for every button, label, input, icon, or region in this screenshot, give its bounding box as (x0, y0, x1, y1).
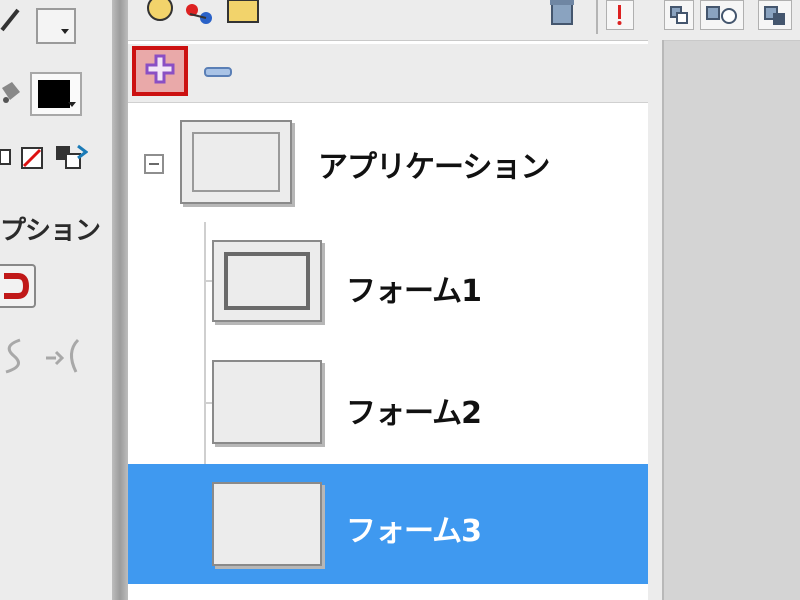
stage-toolbar (648, 0, 800, 41)
collapse-toggle[interactable] (144, 154, 164, 174)
form-thumbnail (212, 240, 322, 322)
scene-panel: アプリケーション フォーム1 フォーム2 フォーム3 (128, 0, 648, 600)
smooth-icon[interactable] (0, 336, 30, 376)
tree-node-label: フォーム1 (346, 274, 482, 309)
panel-splitter[interactable] (112, 0, 128, 600)
straighten-icon[interactable] (44, 336, 84, 376)
tree-node-label: アプリケーション (318, 150, 550, 185)
remove-form-button[interactable] (204, 64, 234, 78)
toolbox-panel: プション (0, 0, 112, 600)
snap-magnet-button[interactable] (0, 264, 36, 308)
paint-bucket-icon[interactable] (0, 80, 22, 106)
arrange-button[interactable] (758, 0, 792, 30)
application-thumbnail (180, 120, 292, 204)
panel-toolbar (128, 0, 648, 41)
form-thumbnail (212, 360, 322, 444)
group-button[interactable] (700, 0, 744, 30)
tree-node-form[interactable]: フォーム2 (128, 342, 648, 464)
toolbar-divider (596, 0, 598, 34)
tree-node-application[interactable]: アプリケーション (128, 104, 648, 222)
minus-icon (204, 64, 234, 83)
black-white-icon[interactable] (0, 146, 14, 168)
form-thumbnail (212, 482, 322, 566)
plus-icon (145, 54, 175, 88)
trash-icon[interactable] (548, 0, 576, 26)
line-tool-icon[interactable] (0, 6, 20, 32)
swap-colors-icon[interactable] (54, 144, 89, 172)
properties-button[interactable] (606, 0, 634, 30)
stage-area[interactable] (648, 0, 800, 600)
form-tree: アプリケーション フォーム1 フォーム2 フォーム3 (128, 104, 648, 600)
add-objects-icon[interactable] (140, 0, 272, 28)
stage-ruler (648, 40, 664, 600)
options-label: プション (0, 216, 101, 246)
tree-node-form[interactable]: フォーム1 (128, 222, 648, 342)
add-form-button[interactable] (132, 46, 188, 96)
add-remove-bar (128, 44, 648, 103)
tree-node-form-selected[interactable]: フォーム3 (128, 464, 648, 584)
fill-color-swatch[interactable] (30, 72, 82, 116)
align-button[interactable] (664, 0, 694, 30)
tree-node-label: フォーム3 (346, 514, 482, 549)
rectangle-tool-button[interactable] (36, 8, 76, 44)
tree-node-label: フォーム2 (346, 396, 482, 431)
no-color-icon[interactable] (20, 146, 46, 170)
